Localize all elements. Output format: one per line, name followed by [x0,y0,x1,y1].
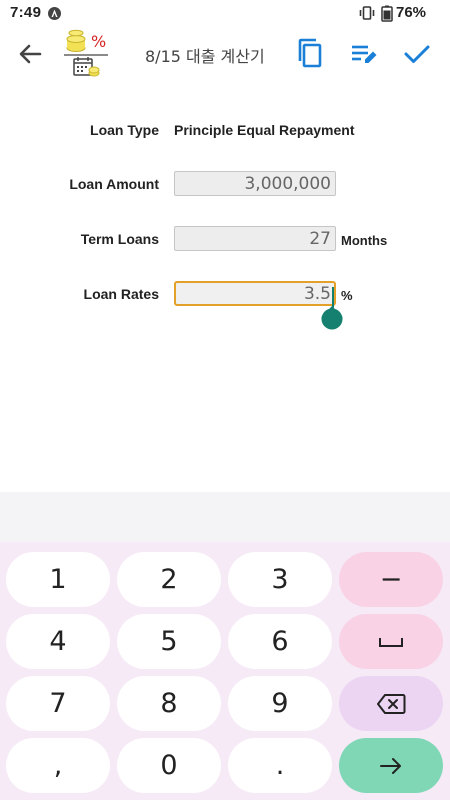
key-comma[interactable]: , [6,738,110,793]
key-8[interactable]: 8 [117,676,221,731]
svg-text:%: % [91,32,106,51]
cursor-handle[interactable] [320,306,344,330]
confirm-button[interactable] [401,38,433,70]
loan-rates-label: Loan Rates [83,286,159,302]
loan-rates-row: Loan Rates 3.5 % [0,281,450,307]
loan-rates-unit: % [341,288,353,303]
loan-type-label: Loan Type [90,122,159,138]
app-title: 8/15 대출 계산기 [145,47,265,66]
key-minus[interactable]: − [339,552,443,607]
key-3[interactable]: 3 [228,552,332,607]
status-time: 7:49 [10,4,42,21]
status-bar: 7:49 76% [0,0,450,26]
space-icon [379,637,403,647]
key-6[interactable]: 6 [228,614,332,669]
numeric-keyboard: 1 2 3 − 4 5 6 7 8 9 , 0 . [0,542,450,800]
term-loans-unit: Months [341,233,388,248]
term-loans-label: Term Loans [80,231,159,247]
battery-icon [381,5,393,27]
battery-percent: 76% [396,4,427,21]
app-logo: % [62,28,110,80]
edit-note-icon [352,45,377,63]
app-bar: % 8/15 대출 계산기 [0,26,450,82]
loan-amount-row: Loan Amount 3,000,000 [0,171,450,197]
key-period[interactable]: . [228,738,332,793]
loan-type-value[interactable]: Principle Equal Repayment [174,122,355,138]
loan-amount-label: Loan Amount [69,176,159,192]
back-button[interactable] [14,38,46,70]
loan-type-row: Loan Type Principle Equal Repayment [0,117,450,143]
backspace-icon [377,693,406,714]
key-2[interactable]: 2 [117,552,221,607]
text-cursor [332,287,334,308]
keyboard-toolbar [0,492,450,542]
loan-rates-input[interactable]: 3.5 [174,281,336,306]
key-space[interactable] [339,614,443,669]
term-loans-input[interactable]: 27 [174,226,336,251]
copy-icon [298,38,322,68]
key-1[interactable]: 1 [6,552,110,607]
key-9[interactable]: 9 [228,676,332,731]
key-7[interactable]: 7 [6,676,110,731]
key-5[interactable]: 5 [117,614,221,669]
copy-button[interactable] [295,36,329,70]
loan-amount-input[interactable]: 3,000,000 [174,171,336,196]
back-arrow-icon [19,44,42,64]
term-loans-row: Term Loans 27 Months [0,226,450,252]
check-icon [404,45,430,63]
vibrate-icon [358,5,376,26]
key-enter[interactable] [339,738,443,793]
enter-arrow-icon [380,757,401,774]
key-4[interactable]: 4 [6,614,110,669]
edit-list-button[interactable] [348,38,380,70]
key-backspace[interactable] [339,676,443,731]
key-0[interactable]: 0 [117,738,221,793]
android-auto-icon [48,7,61,20]
